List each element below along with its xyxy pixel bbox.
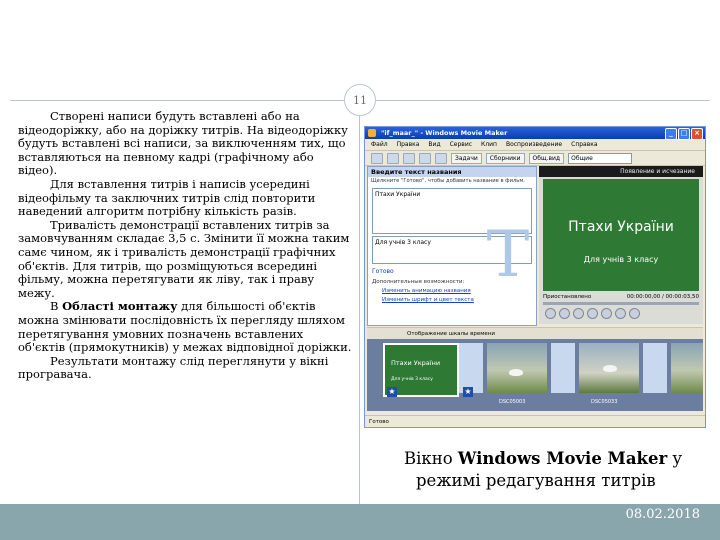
menu-help[interactable]: Справка — [571, 139, 597, 150]
paragraph-3: Тривалість демонстрації вставлених титрі… — [18, 217, 350, 300]
transition-slot[interactable] — [551, 343, 575, 393]
task-hint: Щелкните "Готово", чтобы добавить назван… — [371, 178, 525, 184]
rewind-icon[interactable] — [573, 308, 584, 319]
movie-maker-screenshot: "if_maar_" - Windows Movie Maker _ □ × Ф… — [364, 126, 706, 428]
preview-time: 00:00:00,00 / 00:00:03,50 — [626, 294, 699, 300]
column-divider — [359, 116, 360, 504]
window-title: "if_maar_" - Windows Movie Maker — [381, 129, 508, 137]
paragraph-1: Створені написи будуть вставлені або на … — [18, 109, 348, 178]
prev-frame-icon[interactable] — [587, 308, 598, 319]
figure-caption: Вікно Windows Movie Maker у режимі редаг… — [404, 448, 704, 492]
clip-name-2: DSC05033 — [591, 399, 618, 405]
preview-title: Появление и исчезание — [539, 166, 703, 177]
preview-main-text: Птахи України — [568, 219, 674, 235]
stork-image — [603, 365, 617, 372]
storyboard-toolbar[interactable]: Отображение шкалы времени — [367, 327, 703, 339]
title-editor-pane: Введите текст названия Щелкните "Готово"… — [367, 166, 537, 326]
menu-edit[interactable]: Правка — [397, 139, 420, 150]
footer-bar — [0, 504, 720, 540]
transition-slot[interactable] — [459, 343, 483, 393]
collection-select[interactable]: Общие — [568, 152, 633, 164]
app-icon — [368, 129, 376, 137]
new-project-icon[interactable] — [371, 152, 383, 164]
preview-sub-text: Для учнів 3 класу — [583, 255, 659, 264]
open-project-icon[interactable] — [387, 152, 399, 164]
paragraph-2: Для вставлення титрів і написів усередин… — [18, 176, 316, 219]
play-icon[interactable] — [545, 308, 556, 319]
preview-state: Приостановлено — [543, 294, 592, 300]
toolbar: Задачи Сборники Общ.вид Общие — [365, 151, 705, 166]
caption-post: у — [667, 449, 683, 468]
caption-bold: Windows Movie Maker — [457, 449, 668, 468]
menu-service[interactable]: Сервис — [450, 139, 472, 150]
menu-file[interactable]: Файл — [371, 139, 388, 150]
menu-clip[interactable]: Клип — [481, 139, 497, 150]
status-bar: Готово — [365, 415, 705, 427]
video-clip-1[interactable] — [487, 343, 547, 393]
caption-pre: Вікно — [404, 449, 458, 468]
seek-bar[interactable] — [543, 302, 699, 305]
tasks-button[interactable]: Задачи — [451, 152, 482, 164]
title-clip-subtext: Для учнів 3 класу — [391, 377, 433, 382]
menu-bar: Файл Правка Вид Сервис Клип Воспроизведе… — [365, 139, 705, 151]
paragraph-5: Результати монтажу слід переглянути у ві… — [18, 353, 329, 382]
title-watermark-icon: T — [486, 218, 530, 292]
preview-status: Приостановлено 00:00:00,00 / 00:00:03,50 — [543, 293, 699, 301]
split-icon[interactable] — [629, 308, 640, 319]
menu-play[interactable]: Воспроизведение — [506, 139, 562, 150]
task-header: Введите текст названия — [368, 167, 536, 177]
caption-line-2: режимі редагування титрів — [416, 471, 656, 490]
undo-icon[interactable] — [419, 152, 431, 164]
next-frame-icon[interactable] — [601, 308, 612, 319]
maximize-icon[interactable]: □ — [678, 128, 690, 140]
title-clip-text: Птахи України — [391, 359, 441, 367]
collections-button[interactable]: Сборники — [485, 152, 525, 164]
video-clip-2[interactable] — [579, 343, 639, 393]
video-clip-3[interactable] — [671, 343, 703, 393]
storyboard: Птахи України Для учнів 3 класу ★ ★ DSC0… — [367, 339, 703, 411]
p4-before: В — [50, 299, 63, 314]
transition-slot[interactable] — [643, 343, 667, 393]
stop-icon[interactable] — [559, 308, 570, 319]
top-rule-right — [372, 100, 710, 101]
clip-name-1: DSC05003 — [499, 399, 526, 405]
redo-icon[interactable] — [435, 152, 447, 164]
top-rule-left — [10, 100, 350, 101]
menu-view[interactable]: Вид — [428, 139, 440, 150]
player-controls — [545, 308, 640, 319]
stork-image — [509, 369, 523, 376]
window-titlebar: "if_maar_" - Windows Movie Maker _ □ × — [365, 127, 705, 140]
change-font-link[interactable]: Изменить шрифт и цвет текста — [368, 294, 536, 303]
minimize-icon[interactable]: _ — [665, 128, 677, 140]
preview-monitor: Появление и исчезание Птахи України Для … — [539, 166, 703, 324]
transition-icon: ★ — [463, 387, 473, 397]
p4-bold: Області монтажу — [62, 299, 178, 314]
footer-date: 08.02.2018 — [625, 507, 700, 522]
close-icon[interactable]: × — [691, 128, 703, 140]
paragraph-4: В Області монтажу для більшості об'єктів… — [18, 300, 352, 354]
overview-button[interactable]: Общ.вид — [528, 152, 565, 164]
caption-line-1: Вікно Windows Movie Maker у — [404, 448, 704, 470]
save-project-icon[interactable] — [403, 152, 415, 164]
preview-screen: Птахи України Для учнів 3 класу — [543, 179, 699, 291]
forward-icon[interactable] — [615, 308, 626, 319]
title-effect-icon: ★ — [387, 387, 397, 397]
body-text: Створені написи будуть вставлені або на … — [18, 109, 352, 382]
